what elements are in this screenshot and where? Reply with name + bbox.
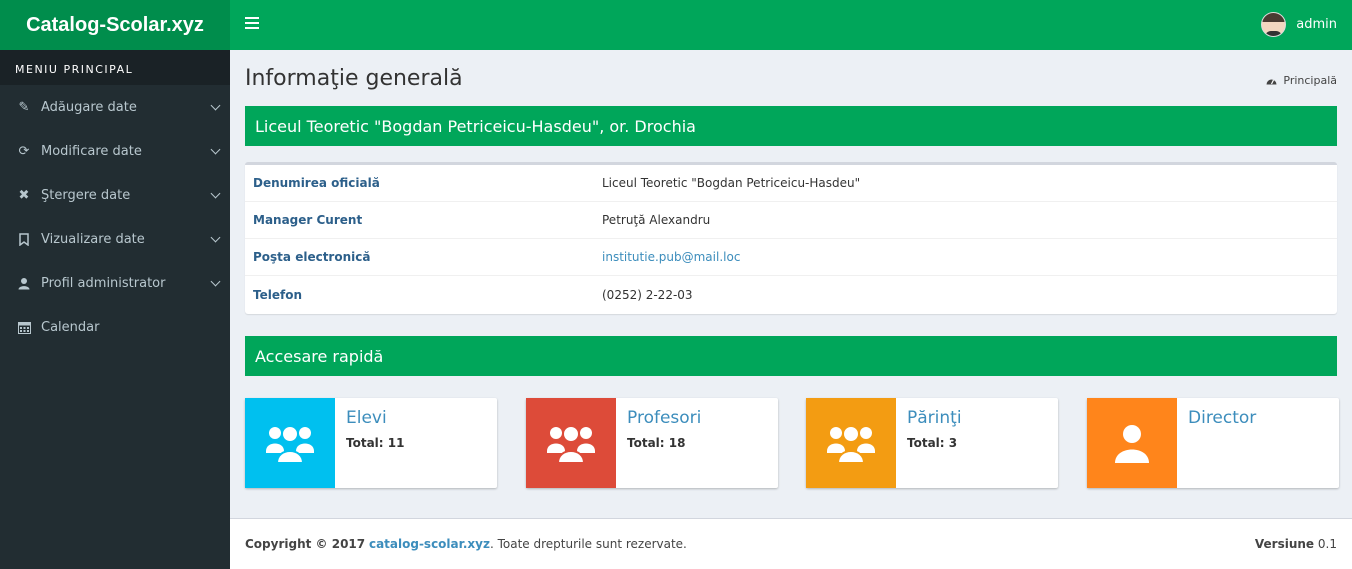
times-icon: ✖ xyxy=(18,187,30,203)
tile-director[interactable]: Director xyxy=(1087,398,1339,488)
footer-copyright: Copyright © 2017 catalog-scolar.xyz. Toa… xyxy=(245,537,687,551)
table-row: Denumirea oficială Liceul Teoretic "Bogd… xyxy=(245,165,1337,202)
avatar xyxy=(1261,12,1287,37)
tile-parinti[interactable]: Părinţi Total: 3 xyxy=(806,398,1058,488)
footer-version: Versiune 0.1 xyxy=(1255,537,1337,551)
info-value: (0252) 2-22-03 xyxy=(602,287,693,302)
sidebar-item-stergere[interactable]: ✖ Ştergere date xyxy=(0,173,230,217)
tile-title: Părinţi xyxy=(907,408,962,428)
main-content: Informaţie generală Principală Liceul Te… xyxy=(230,50,1352,518)
tile-title: Director xyxy=(1188,408,1257,428)
page-title: Informaţie generală xyxy=(245,66,463,91)
school-name-bar: Liceul Teoretic "Bogdan Petriceicu-Hasde… xyxy=(245,106,1337,146)
user-menu[interactable]: admin xyxy=(1261,12,1337,37)
tile-title: Elevi xyxy=(346,408,387,428)
info-value: Liceul Teoretic "Bogdan Petriceicu-Hasde… xyxy=(602,176,861,190)
info-label: Telefon xyxy=(253,287,302,302)
table-row: Telefon (0252) 2-22-03 xyxy=(245,276,1337,313)
breadcrumb-label: Principală xyxy=(1283,74,1337,87)
sidebar-item-label: Ştergere date xyxy=(41,187,131,203)
info-table: Denumirea oficială Liceul Teoretic "Bogd… xyxy=(245,162,1337,314)
refresh-icon: ⟳ xyxy=(18,143,30,159)
quick-access-tiles: Elevi Total: 11 Profesori Total: 18 Pări… xyxy=(245,398,1339,488)
table-row: Poşta electronică institutie.pub@mail.lo… xyxy=(245,239,1337,276)
chevron-down-icon xyxy=(210,188,221,199)
calendar-icon xyxy=(17,321,31,334)
site-link[interactable]: catalog-scolar.xyz xyxy=(369,537,490,551)
sidebar-item-label: Profil administrator xyxy=(41,275,166,291)
breadcrumb[interactable]: Principală xyxy=(1266,74,1337,87)
top-navbar: admin xyxy=(230,0,1352,50)
sidebar-item-label: Modificare date xyxy=(41,143,142,159)
table-row: Manager Curent Petruţă Alexandru xyxy=(245,202,1337,239)
version-number: 0.1 xyxy=(1317,537,1337,551)
user-icon xyxy=(17,277,31,290)
sidebar-toggle-icon[interactable] xyxy=(245,17,259,33)
footer: Copyright © 2017 catalog-scolar.xyz. Toa… xyxy=(230,518,1352,569)
chevron-down-icon xyxy=(210,232,221,243)
sidebar-item-modificare[interactable]: ⟳ Modificare date xyxy=(0,129,230,173)
app-logo[interactable]: Catalog-Scolar.xyz xyxy=(0,0,230,50)
info-label: Poşta electronică xyxy=(253,250,371,264)
sidebar-item-label: Calendar xyxy=(41,319,100,335)
info-value: Petruţă Alexandru xyxy=(602,213,711,227)
pencil-icon: ✎ xyxy=(18,99,30,115)
sidebar: MENIU PRINCIPAL ✎ Adăugare date ⟳ Modifi… xyxy=(0,50,230,569)
dashboard-icon xyxy=(1266,79,1277,85)
info-label: Denumirea oficială xyxy=(253,176,380,190)
chevron-down-icon xyxy=(210,276,221,287)
version-label: Versiune xyxy=(1254,537,1315,551)
copyright-text: Copyright © 2017 xyxy=(245,537,366,551)
tile-total: Total: 11 xyxy=(346,436,405,450)
sidebar-item-adaugare[interactable]: ✎ Adăugare date xyxy=(0,85,230,129)
users-icon xyxy=(526,398,616,488)
bookmark-icon xyxy=(17,232,31,246)
users-icon xyxy=(245,398,335,488)
sidebar-item-vizualizare[interactable]: Vizualizare date xyxy=(0,217,230,261)
tile-total: Total: 3 xyxy=(907,436,958,450)
tile-elevi[interactable]: Elevi Total: 11 xyxy=(245,398,497,488)
user-icon xyxy=(1087,398,1177,488)
username: admin xyxy=(1296,17,1337,32)
sidebar-item-label: Adăugare date xyxy=(41,99,137,115)
quick-access-bar: Accesare rapidă xyxy=(245,336,1337,376)
tile-total: Total: 18 xyxy=(627,436,686,450)
sidebar-item-label: Vizualizare date xyxy=(41,231,145,247)
chevron-down-icon xyxy=(210,144,221,155)
email-link[interactable]: institutie.pub@mail.loc xyxy=(602,250,740,264)
rights-text: . Toate drepturile sunt rezervate. xyxy=(489,537,687,551)
tile-title: Profesori xyxy=(627,408,702,428)
chevron-down-icon xyxy=(210,100,221,111)
tile-profesori[interactable]: Profesori Total: 18 xyxy=(526,398,778,488)
sidebar-item-calendar[interactable]: Calendar xyxy=(0,305,230,349)
sidebar-item-profil[interactable]: Profil administrator xyxy=(0,261,230,305)
info-label: Manager Curent xyxy=(253,213,363,227)
sidebar-header: MENIU PRINCIPAL xyxy=(0,50,230,85)
users-icon xyxy=(806,398,896,488)
